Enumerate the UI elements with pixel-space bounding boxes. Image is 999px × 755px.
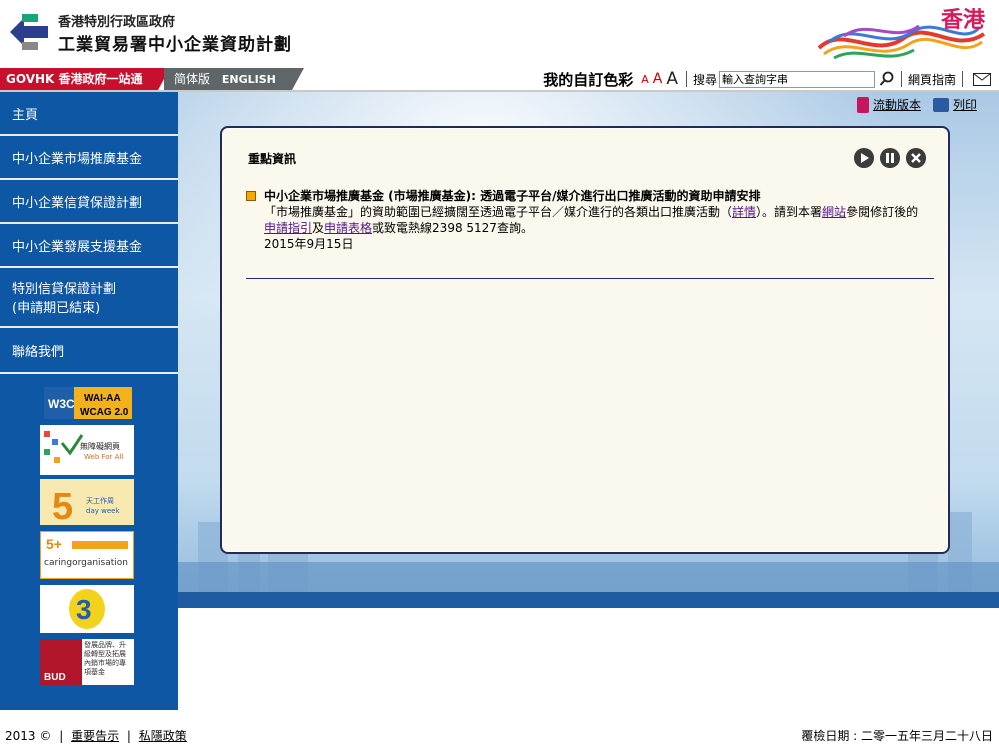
sidebar-item-contact[interactable]: 聯絡我們: [0, 328, 178, 374]
sidebar-item-development-fund[interactable]: 中小企業發展支援基金: [0, 224, 178, 268]
accessibility-award-badge-icon[interactable]: 3: [40, 585, 134, 633]
svg-text:W3C: W3C: [48, 397, 75, 411]
divider: [962, 71, 963, 87]
simplified-chinese-link[interactable]: 简体版: [174, 72, 210, 86]
govhk-link[interactable]: GOVHK 香港政府一站通: [0, 68, 158, 90]
utility-links: 流動版本 列印: [856, 96, 989, 113]
language-tab-edge: [292, 68, 304, 90]
mobile-version-link[interactable]: 流動版本: [873, 96, 921, 113]
sidebar-item-special-loan[interactable]: 特別信貸保證計劃 (申請期已結束): [0, 268, 178, 328]
svg-text:5: 5: [52, 486, 73, 525]
close-icon[interactable]: [906, 148, 926, 168]
search-icon[interactable]: [879, 71, 895, 87]
news-text-part: ）。請到本署: [756, 205, 823, 219]
tid-logo-icon[interactable]: [8, 12, 52, 52]
footer-left: 2013 © | 重要告示 | 私隱政策: [5, 727, 187, 744]
mobile-icon[interactable]: [856, 96, 869, 113]
bud-fund-text: 發展品牌、升級轉型及拓展內銷市場的專項基金: [84, 641, 126, 676]
wcag-badge-bottom: WCAG 2.0: [80, 407, 129, 418]
utility-tools: 我的自訂色彩 A A A 搜尋 網頁指南: [543, 68, 991, 90]
department-name: 香港特別行政區政府: [58, 15, 176, 30]
svg-text:3: 3: [76, 594, 92, 625]
search-label: 搜尋: [692, 72, 717, 87]
review-date: 覆檢日期 : 二零一五年三月二十八日: [801, 729, 993, 743]
copyright: 2013 ©: [5, 729, 52, 743]
important-notices-link[interactable]: 重要告示: [71, 729, 119, 743]
details-link[interactable]: 詳情: [732, 205, 756, 219]
pause-icon[interactable]: [880, 148, 900, 168]
bud-logo-icon: BUD: [40, 639, 82, 685]
news-text-part: 「市場推廣基金」的資助範圍已經擴闊至透過電子平台／媒介進行的各類出口推廣活動（: [264, 205, 733, 219]
brand-hong-kong-text: 香港: [940, 8, 985, 33]
news-title: 中小企業市場推廣基金 (市場推廣基金): 透過電子平台/媒介進行出口推廣活動的資…: [264, 189, 761, 203]
news-text: 「市場推廣基金」的資助範圍已經擴闊至透過電子平台／媒介進行的各類出口推廣活動（詳…: [264, 204, 926, 236]
divider: [685, 71, 687, 87]
wcag-badge-top: WAI-AA: [84, 393, 121, 404]
main-bottom-band: [178, 592, 999, 608]
print-icon[interactable]: [932, 97, 949, 112]
sidebar: 主頁 中小企業市場推廣基金 中小企業信貸保證計劃 中小企業發展支援基金 特別信貸…: [0, 92, 178, 710]
mail-icon[interactable]: [973, 72, 991, 86]
news-body: 中小企業市場推廣基金 (市場推廣基金): 透過電子平台/媒介進行出口推廣活動的資…: [264, 188, 926, 252]
sitemap-link[interactable]: 網頁指南: [908, 71, 956, 88]
footer-separator: |: [126, 729, 131, 743]
bullet-icon: [246, 191, 256, 201]
five-day-text-2: day week: [86, 507, 120, 515]
news-text-part: 參閱修訂後的: [846, 205, 919, 219]
caring-organisation-badge-icon[interactable]: 5+ caringorganisation: [40, 531, 134, 579]
english-link[interactable]: ENGLISH: [222, 73, 276, 86]
web-for-all-badge-icon[interactable]: 無障礙網頁 Web For All: [40, 425, 134, 475]
font-size-small-button[interactable]: A: [641, 73, 649, 86]
guide-link[interactable]: 申請指引: [264, 221, 312, 235]
print-link[interactable]: 列印: [953, 96, 977, 113]
sidebar-item-loan-guarantee[interactable]: 中小企業信貸保證計劃: [0, 180, 178, 224]
site-title[interactable]: 工業貿易署中小企業資助計劃: [58, 30, 292, 55]
bud-label: BUD: [44, 672, 66, 683]
sidebar-item-market-fund[interactable]: 中小企業市場推廣基金: [0, 136, 178, 180]
website-link[interactable]: 網站: [822, 205, 846, 219]
svg-text:5+: 5+: [46, 536, 62, 552]
footer-separator: |: [59, 729, 64, 743]
privacy-policy-link[interactable]: 私隱政策: [139, 729, 187, 743]
caring-text: caringorganisation: [44, 558, 128, 568]
web-for-all-text-1: 無障礙網頁: [80, 441, 120, 451]
news-text-part: 或致電熱線2398 5127查詢。: [372, 221, 533, 235]
news-date: 2015年9月15日: [264, 237, 354, 251]
custom-color-link[interactable]: 我的自訂色彩: [543, 69, 633, 90]
five-day-week-badge-icon[interactable]: 5 天工作周 day week: [40, 479, 134, 525]
top-navigation-bar: GOVHK 香港政府一站通 简体版 ENGLISH 我的自訂色彩 A A A 搜…: [0, 68, 999, 92]
page-header: 香港特別行政區政府 工業貿易署中小企業資助計劃 香港: [0, 0, 999, 68]
bud-fund-badge[interactable]: BUD 發展品牌、升級轉型及拓展內銷市場的專項基金: [40, 639, 134, 685]
five-day-text-1: 天工作周: [86, 496, 114, 505]
panel-title: 重點資訊: [248, 152, 297, 166]
highlights-panel: 重點資訊 中小企業市場推廣基金 (市場推廣基金): 透過電子平台/媒介進行出口推…: [220, 126, 950, 554]
news-text-part: 及: [312, 221, 325, 235]
font-size-medium-button[interactable]: A: [653, 71, 663, 87]
panel-divider: [246, 278, 934, 279]
w3c-wcag-badge-icon[interactable]: W3C WAI-AA WCAG 2.0: [44, 387, 132, 419]
language-switcher: 简体版 ENGLISH: [164, 68, 292, 90]
news-item: 中小企業市場推廣基金 (市場推廣基金): 透過電子平台/媒介進行出口推廣活動的資…: [246, 188, 926, 252]
search-input[interactable]: [718, 70, 875, 88]
play-icon[interactable]: [854, 148, 874, 168]
web-for-all-text-2: Web For All: [84, 453, 123, 461]
form-link[interactable]: 申請表格: [324, 221, 372, 235]
sidebar-item-home[interactable]: 主頁: [0, 92, 178, 136]
font-size-large-button[interactable]: A: [666, 69, 678, 89]
divider: [900, 71, 902, 87]
